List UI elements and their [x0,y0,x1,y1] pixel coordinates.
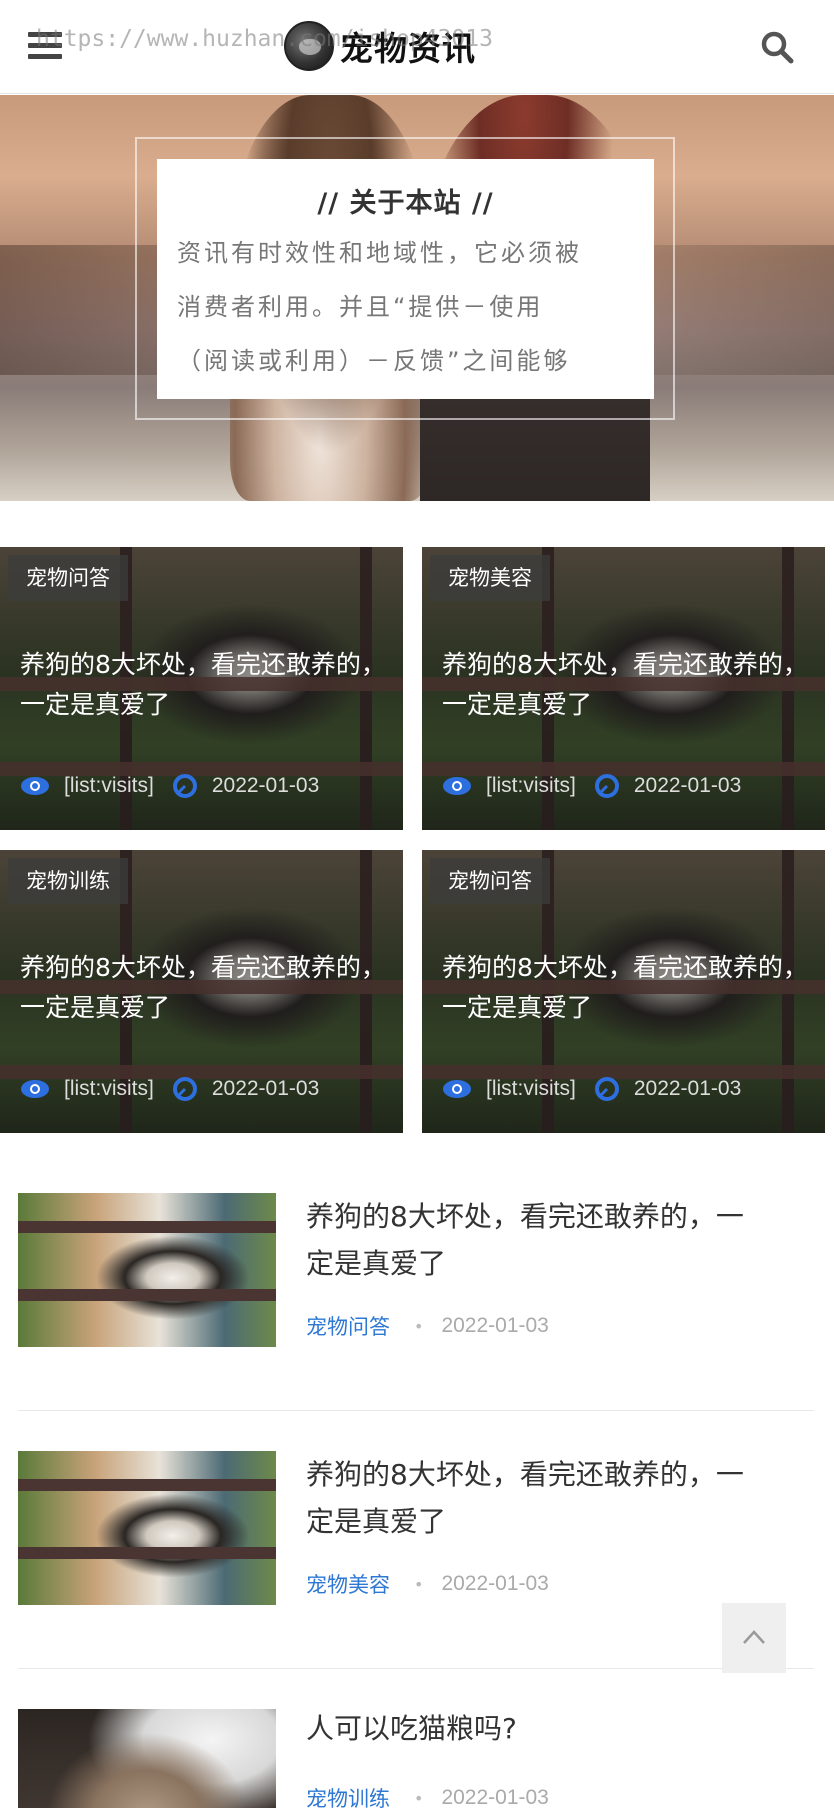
card-meta: [list:visits] 2022-01-03 [20,773,319,799]
divider [18,1410,814,1411]
card-title[interactable]: 养狗的8大坏处，看完还敢养的，一定是真爱了 [20,948,390,1028]
clock-icon [172,1077,197,1101]
featured-card[interactable]: 宠物美容 养狗的8大坏处，看完还敢养的，一定是真爱了 [list:visits]… [422,547,825,830]
featured-card[interactable]: 宠物问答 养狗的8大坏处，看完还敢养的，一定是真爱了 [list:visits]… [0,547,403,830]
about-line-2: 消费者利用。并且“提供－使用 [177,293,544,321]
about-card: // 关于本站 // 资讯有时效性和地域性，它必须被 消费者利用。并且“提供－使… [157,159,654,399]
card-category[interactable]: 宠物美容 [430,555,550,601]
clock-icon [172,774,197,798]
article-date: 2022-01-03 [441,1786,549,1808]
visits-count: [list:visits] [64,774,154,797]
card-category[interactable]: 宠物问答 [8,555,128,601]
article-title[interactable]: 养狗的8大坏处，看完还敢养的，一定是真爱了 [306,1193,766,1287]
card-meta: [list:visits] 2022-01-03 [20,1076,319,1102]
article-date: 2022-01-03 [441,1314,549,1337]
article-thumbnail[interactable] [18,1709,276,1808]
article-meta: 宠物问答 • 2022-01-03 [306,1311,549,1341]
about-line-1: 资讯有时效性和地域性，它必须被 [177,239,582,267]
clock-icon [594,1077,619,1101]
eye-icon [21,1080,49,1098]
article-category-link[interactable]: 宠物训练 [306,1783,390,1808]
card-date: 2022-01-03 [211,774,320,797]
article-date: 2022-01-03 [441,1572,549,1595]
card-title[interactable]: 养狗的8大坏处，看完还敢养的，一定是真爱了 [20,645,390,725]
card-date: 2022-01-03 [211,1077,320,1100]
visits-count: [list:visits] [486,774,576,797]
visits-count: [list:visits] [64,1077,154,1100]
card-date: 2022-01-03 [633,774,742,797]
about-title: // 关于本站 // [317,188,494,219]
list-item[interactable]: 养狗的8大坏处，看完还敢养的，一定是真爱了 宠物问答 • 2022-01-03 [18,1193,814,1347]
watermark-text: https://www.huzhan.com/ishop43013 [36,26,493,52]
eye-icon [443,1080,471,1098]
card-title[interactable]: 养狗的8大坏处，看完还敢养的，一定是真爱了 [442,948,812,1028]
article-title[interactable]: 人可以吃猫粮吗? [306,1705,766,1752]
eye-icon [443,777,471,795]
separator-dot: • [414,1574,424,1594]
list-item[interactable]: 人可以吃猫粮吗? 宠物训练 • 2022-01-03 [18,1709,814,1808]
featured-card[interactable]: 宠物问答 养狗的8大坏处，看完还敢养的，一定是真爱了 [list:visits]… [422,850,825,1133]
card-title[interactable]: 养狗的8大坏处，看完还敢养的，一定是真爱了 [442,645,812,725]
about-line-3: （阅读或利用）－反馈”之间能够 [177,347,571,375]
article-category-link[interactable]: 宠物美容 [306,1569,390,1599]
article-category-link[interactable]: 宠物问答 [306,1311,390,1341]
card-category[interactable]: 宠物训练 [8,858,128,904]
visits-count: [list:visits] [486,1077,576,1100]
article-meta: 宠物美容 • 2022-01-03 [306,1569,549,1599]
article-thumbnail[interactable] [18,1451,276,1605]
list-item[interactable]: 养狗的8大坏处，看完还敢养的，一定是真爱了 宠物美容 • 2022-01-03 [18,1451,814,1605]
eye-icon [21,777,49,795]
article-thumbnail[interactable] [18,1193,276,1347]
card-date: 2022-01-03 [633,1077,742,1100]
card-meta: [list:visits] 2022-01-03 [442,1076,741,1102]
divider [18,1668,814,1669]
card-category[interactable]: 宠物问答 [430,858,550,904]
search-icon[interactable] [760,30,794,64]
about-banner: // 关于本站 // 资讯有时效性和地域性，它必须被 消费者利用。并且“提供－使… [0,95,834,501]
featured-card[interactable]: 宠物训练 养狗的8大坏处，看完还敢养的，一定是真爱了 [list:visits]… [0,850,403,1133]
chevron-up-icon [743,1630,765,1644]
article-meta: 宠物训练 • 2022-01-03 [306,1783,549,1808]
article-title[interactable]: 养狗的8大坏处，看完还敢养的，一定是真爱了 [306,1451,766,1545]
back-to-top-button[interactable] [722,1603,786,1673]
clock-icon [594,774,619,798]
separator-dot: • [414,1316,424,1336]
card-meta: [list:visits] 2022-01-03 [442,773,741,799]
site-header: 宠物资讯 https://www.huzhan.com/ishop43013 [0,0,834,94]
separator-dot: • [414,1788,424,1808]
